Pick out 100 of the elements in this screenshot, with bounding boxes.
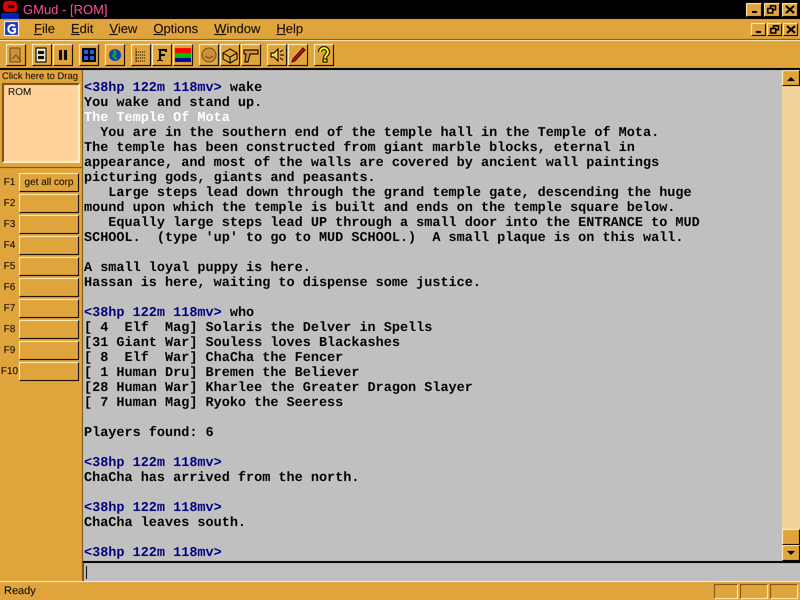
close-button[interactable] [783,22,798,36]
macro-button[interactable] [19,340,79,360]
restore-icon [770,24,780,34]
prompt-text: <38hp 122m 118mv> [84,81,222,96]
box-tool-button[interactable] [220,44,240,66]
help-tool-button[interactable] [314,44,334,66]
restore-button[interactable] [764,2,780,16]
restore-icon [767,5,777,14]
output-text: [ 7 Human Mag] Ryoko the Seeress [84,396,344,411]
output-text: You wake and stand up. [84,96,262,111]
output-text: [28 Human War] Kharlee the Greater Dragon Slayer [84,381,473,396]
macro-button[interactable]: get all corp [19,172,79,192]
output-text: [ 4 Elf Mag] Solaris the Delver in Spells [84,321,432,336]
output-text: appearance, and most of the walls are covered by ancient wall paintings [84,156,660,171]
room-title: The Temple Of Mota [84,111,230,126]
output-text: Large steps lead down through the grand temple gate, descending the huge [107,186,692,201]
function-key-label: F9 [2,344,16,358]
status-text: Ready [3,584,37,599]
menu-item[interactable]: Help [268,19,312,39]
menu-item[interactable]: Edit [62,19,102,39]
macro-button[interactable] [19,278,79,296]
function-key-label: F5 [2,260,16,274]
function-key-label: F3 [2,218,16,232]
up-arrow-icon [787,76,795,80]
output-text: [31 Giant War] Souless loves Blackashes [84,336,400,351]
gun-tool-button[interactable] [241,44,261,66]
function-key-label: F7 [2,302,16,316]
font-tool-button[interactable] [152,44,172,66]
scroll-up-button[interactable] [782,70,800,86]
grid-tool-button[interactable] [79,44,99,66]
function-key-label: F8 [2,322,16,336]
output-text: picturing gods, giants and peasants. [84,171,376,186]
output-text: A small loyal puppy is here. [84,261,311,276]
colors-tool-button[interactable] [173,44,193,66]
document-logo-icon[interactable] [4,21,20,37]
menu-item[interactable]: Window [206,19,268,39]
globe-tool-button[interactable] [105,44,125,66]
log-tool-button[interactable] [6,44,26,66]
face-tool-button[interactable] [199,44,219,66]
socket-tool-button[interactable] [32,44,52,66]
output-text: ChaCha has arrived from the north. [84,471,360,486]
prompt-text: <38hp 122m 118mv> [84,546,222,561]
function-key-label: F1 [2,176,16,190]
close-icon [786,24,796,34]
output-text: [ 8 Elf War] ChaCha the Fencer [84,351,344,366]
down-arrow-icon [787,550,795,556]
speaker-tool-button[interactable] [267,44,287,66]
command-text: who [230,306,254,321]
color-bars-icon [174,46,192,64]
minimize-button[interactable] [746,2,762,16]
restore-button[interactable] [767,22,782,36]
function-key-label: F6 [2,280,16,294]
menu-item[interactable]: File [26,19,63,39]
menu-item[interactable]: View [101,19,146,39]
pen-icon [289,46,307,64]
status-pane [714,584,738,598]
window-title: GMud - [ROM] [23,0,108,19]
function-key-label: F10 [0,364,19,378]
drag-handle[interactable]: Click here to Drag [0,70,82,83]
speaker-icon [268,46,286,64]
prompt-text: <38hp 122m 118mv> [84,456,222,471]
close-icon [785,5,795,14]
scroll-down-button[interactable] [782,545,800,561]
list-tool-button[interactable] [131,44,151,66]
minimize-icon [756,30,761,32]
status-pane [740,584,768,598]
output-text: mound upon which the temple is built and ends on the temple square below. [84,201,676,216]
command-input[interactable] [83,563,800,581]
command-text: wake [230,81,262,96]
pause-tool-button[interactable] [53,44,73,66]
output-text: [ 1 Human Dru] Bremen the Believer [84,366,360,381]
status-pane [770,584,798,598]
macro-button[interactable] [19,256,79,276]
help-icon [315,46,333,64]
minimize-icon [752,11,756,13]
macro-button[interactable] [19,298,79,318]
box-icon [221,46,239,64]
session-item[interactable]: ROM [8,85,78,100]
minimize-button[interactable] [751,22,766,36]
macro-button[interactable] [19,320,79,338]
prompt-text: <38hp 122m 118mv> [84,501,222,516]
output-text: Hassan is here, waiting to dispense some justice. [84,276,481,291]
menu-item[interactable]: Options [145,19,206,39]
output-text: The temple has been constructed from giant marble blocks, eternal in [84,141,635,156]
macro-button[interactable] [19,362,79,380]
output-text: ChaCha leaves south. [84,516,246,531]
macro-button[interactable] [19,194,79,212]
macro-button[interactable] [19,214,79,234]
function-key-label: F4 [2,238,16,252]
smiley-icon [200,46,218,64]
macro-button[interactable] [19,236,79,254]
close-button[interactable] [782,2,798,16]
windows-grid-icon [80,46,98,64]
output-text: Players found: 6 [84,426,214,441]
pen-tool-button[interactable] [288,44,308,66]
output-text: SCHOOL. (type 'up' to go to MUD SCHOOL.) A small plaque is on this wall. [84,231,684,246]
prompt-text: <38hp 122m 118mv> [84,306,222,321]
scroll-thumb[interactable] [782,529,800,545]
output-text: You are in the southern end of the temple hall in the Temple of Mota. [99,126,660,141]
function-key-label: F2 [2,196,16,210]
